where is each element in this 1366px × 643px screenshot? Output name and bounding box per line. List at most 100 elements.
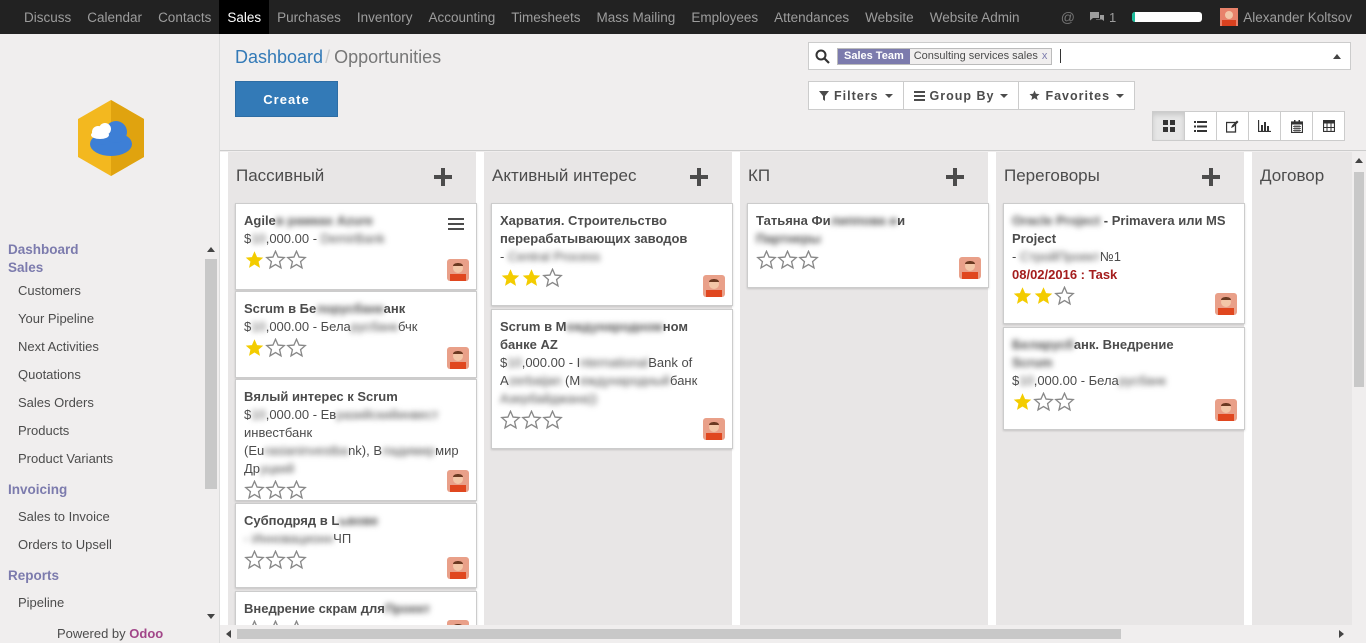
- sidebar-item-product-variants[interactable]: Product Variants: [0, 445, 204, 473]
- star-filled-icon[interactable]: [1012, 286, 1033, 306]
- group-by-button[interactable]: Group By: [902, 81, 1020, 110]
- menu-attendances[interactable]: Attendances: [766, 0, 857, 34]
- star-empty-icon[interactable]: [500, 410, 521, 430]
- opportunity-card[interactable]: Татьяна Филиппова ии Партнеры: [747, 203, 989, 288]
- kanban-vertical-scroll-thumb[interactable]: [1354, 172, 1364, 387]
- sidebar-item-customers[interactable]: Customers: [0, 277, 204, 305]
- star-empty-icon[interactable]: [798, 250, 819, 270]
- pivot-view-button[interactable]: [1312, 111, 1345, 141]
- star-empty-icon[interactable]: [542, 268, 563, 288]
- facet-remove-icon[interactable]: x: [1042, 50, 1048, 62]
- sidebar-section-invoicing[interactable]: Invoicing: [0, 477, 204, 503]
- sidebar-section-sales[interactable]: Sales: [0, 259, 204, 277]
- menu-calendar[interactable]: Calendar: [79, 0, 150, 34]
- scroll-up-icon[interactable]: [207, 247, 215, 252]
- star-filled-icon[interactable]: [1012, 392, 1033, 412]
- scroll-up-icon[interactable]: [1355, 158, 1363, 163]
- star-empty-icon[interactable]: [286, 550, 307, 570]
- calendar-view-button[interactable]: [1280, 111, 1313, 141]
- opportunity-card[interactable]: Oracle Project - Primavera или MS Projec…: [1003, 203, 1245, 324]
- star-empty-icon[interactable]: [777, 250, 798, 270]
- star-empty-icon[interactable]: [265, 550, 286, 570]
- menu-contacts[interactable]: Contacts: [150, 0, 219, 34]
- star-empty-icon[interactable]: [1054, 286, 1075, 306]
- star-filled-icon[interactable]: [244, 338, 265, 358]
- scroll-down-icon[interactable]: [207, 614, 215, 619]
- menu-employees[interactable]: Employees: [683, 0, 766, 34]
- scroll-right-icon[interactable]: [1339, 630, 1344, 638]
- opportunity-card[interactable]: Харватия. Строительство перерабатывающих…: [491, 203, 733, 306]
- sidebar-item-products[interactable]: Products: [0, 417, 204, 445]
- sidebar-item-your-pipeline[interactable]: Your Pipeline: [0, 305, 204, 333]
- sidebar-item-sales-to-invoice[interactable]: Sales to Invoice: [0, 503, 204, 531]
- star-empty-icon[interactable]: [244, 550, 265, 570]
- menu-website[interactable]: Website: [857, 0, 922, 34]
- menu-discuss[interactable]: Discuss: [16, 0, 79, 34]
- menu-inventory[interactable]: Inventory: [349, 0, 421, 34]
- menu-mass-mailing[interactable]: Mass Mailing: [589, 0, 684, 34]
- opportunity-card[interactable]: Вялый интерес к Scrum $10,000.00 - Еврази…: [235, 379, 477, 501]
- mention-icon[interactable]: @: [1061, 9, 1075, 25]
- opportunity-card[interactable]: Внедрение скрам дляПроект: [235, 591, 477, 625]
- quick-create-plus-icon[interactable]: [1202, 168, 1220, 186]
- sidebar-section-dashboard[interactable]: Dashboard: [0, 241, 204, 259]
- menu-sales[interactable]: Sales: [219, 0, 270, 34]
- opportunity-card[interactable]: Scrum в Белорусбанканк $10,000.00 - Белар…: [235, 291, 477, 378]
- star-empty-icon[interactable]: [756, 250, 777, 270]
- star-empty-icon[interactable]: [265, 250, 286, 270]
- star-empty-icon[interactable]: [542, 410, 563, 430]
- opportunity-card[interactable]: Scrum в Международномном банке AZ $10,000.…: [491, 309, 733, 449]
- form-view-button[interactable]: [1216, 111, 1249, 141]
- kanban-horizontal-scrollbar[interactable]: [220, 625, 1366, 643]
- sidebar-item-pipeline[interactable]: Pipeline: [0, 589, 204, 617]
- sidebar-item-sales-orders[interactable]: Sales Orders: [0, 389, 204, 417]
- list-view-button[interactable]: [1184, 111, 1217, 141]
- search-toggle-icon[interactable]: [1333, 54, 1341, 59]
- opportunity-card[interactable]: Agileв рамках Azure $10,000.00 - DemirBan…: [235, 203, 477, 290]
- sidebar-item-next-activities[interactable]: Next Activities: [0, 333, 204, 361]
- sidebar-scroll-thumb[interactable]: [205, 259, 217, 489]
- star-empty-icon[interactable]: [521, 410, 542, 430]
- star-empty-icon[interactable]: [265, 338, 286, 358]
- star-empty-icon[interactable]: [286, 480, 307, 500]
- sidebar-section-reports[interactable]: Reports: [0, 563, 204, 589]
- search-input[interactable]: [1060, 49, 1062, 63]
- star-empty-icon[interactable]: [265, 480, 286, 500]
- column-title[interactable]: Активный интерес: [492, 166, 636, 186]
- kanban-vertical-scrollbar[interactable]: [1352, 152, 1366, 625]
- star-empty-icon[interactable]: [244, 480, 265, 500]
- favorites-button[interactable]: Favorites: [1018, 81, 1136, 110]
- filters-button[interactable]: Filters: [808, 81, 904, 110]
- star-filled-icon[interactable]: [244, 250, 265, 270]
- kanban-view-button[interactable]: [1152, 111, 1185, 141]
- search-bar[interactable]: Sales Team Consulting services sales x: [808, 42, 1351, 70]
- column-title[interactable]: Пассивный: [236, 166, 324, 186]
- star-filled-icon[interactable]: [500, 268, 521, 288]
- sidebar-scrollbar[interactable]: [204, 241, 218, 625]
- kanban-horizontal-scroll-thumb[interactable]: [237, 629, 1121, 639]
- odoo-link[interactable]: Odoo: [129, 626, 163, 641]
- opportunity-card[interactable]: Беларусбанк. Внедрение Scrum $10,000.00 - …: [1003, 327, 1245, 430]
- breadcrumb-dashboard[interactable]: Dashboard: [235, 47, 323, 67]
- menu-timesheets[interactable]: Timesheets: [503, 0, 588, 34]
- star-empty-icon[interactable]: [286, 250, 307, 270]
- quick-create-plus-icon[interactable]: [946, 168, 964, 186]
- column-title[interactable]: Договор: [1260, 166, 1324, 186]
- sidebar-item-orders-to-upsell[interactable]: Orders to Upsell: [0, 531, 204, 559]
- column-title[interactable]: КП: [748, 166, 770, 186]
- menu-accounting[interactable]: Accounting: [420, 0, 503, 34]
- scroll-left-icon[interactable]: [226, 630, 231, 638]
- graph-view-button[interactable]: [1248, 111, 1281, 141]
- star-empty-icon[interactable]: [1054, 392, 1075, 412]
- sidebar-item-quotations[interactable]: Quotations: [0, 361, 204, 389]
- star-empty-icon[interactable]: [1033, 392, 1054, 412]
- user-menu[interactable]: Alexander Koltsov: [1220, 8, 1352, 26]
- column-title[interactable]: Переговоры: [1004, 166, 1100, 186]
- quick-create-plus-icon[interactable]: [434, 168, 452, 186]
- quick-create-plus-icon[interactable]: [690, 168, 708, 186]
- onboarding-progress[interactable]: [1132, 12, 1203, 22]
- card-menu-icon[interactable]: [448, 218, 464, 233]
- star-filled-icon[interactable]: [1033, 286, 1054, 306]
- star-filled-icon[interactable]: [521, 268, 542, 288]
- opportunity-card[interactable]: Субподряд в Lьвове - ИнновационнЧП: [235, 503, 477, 588]
